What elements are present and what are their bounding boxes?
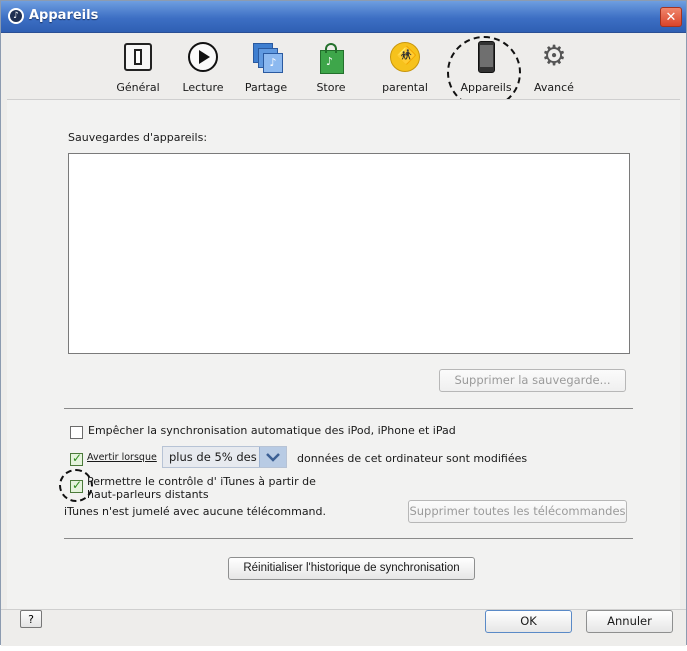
title-bar[interactable]: ♪ Appareils ✕ (1, 1, 686, 33)
tab-store[interactable]: ♪ Store (306, 41, 356, 94)
backups-label: Sauvegardes d'appareils: (68, 131, 208, 144)
close-button[interactable]: ✕ (660, 7, 682, 27)
paired-status-text: iTunes n'est jumelé avec aucune télécomm… (64, 505, 327, 518)
tab-general[interactable]: Général (113, 41, 163, 94)
tab-lecture[interactable]: Lecture (178, 41, 228, 94)
play-icon (186, 41, 220, 75)
shopping-bag-icon: ♪ (314, 41, 348, 75)
divider (64, 408, 633, 409)
warn-checkbox[interactable]: ✓ (70, 451, 83, 466)
divider (64, 538, 633, 539)
reset-sync-history-button[interactable]: Réinitialiser l'historique de synchronis… (228, 557, 475, 580)
prevent-sync-label: Empêcher la synchronisation automatique … (88, 424, 456, 437)
preferences-window: ♪ Appareils ✕ Général Lecture ♪ Partage … (0, 0, 687, 646)
checkmark-icon: ✓ (72, 451, 83, 465)
tab-partage[interactable]: ♪ Partage (241, 41, 291, 94)
switch-icon (121, 41, 155, 75)
gear-icon: ⚙ (541, 39, 567, 72)
preferences-content: Sauvegardes d'appareils: Supprimer la sa… (7, 99, 680, 610)
dialog-footer: ? OK Annuler (1, 609, 686, 646)
chevron-down-icon (259, 447, 286, 467)
parental-icon: 🚸 (388, 41, 422, 75)
share-icon: ♪ (249, 41, 283, 75)
ok-button[interactable]: OK (485, 610, 572, 633)
allow-remote-label-2: haut-parleurs distants (87, 488, 209, 501)
help-button[interactable]: ? (20, 610, 42, 628)
window-title: Appareils (29, 8, 99, 23)
delete-backup-button[interactable]: Supprimer la sauvegarde... (439, 369, 626, 392)
warn-suffix-label: données de cet ordinateur sont modifiées (297, 452, 528, 465)
tab-parental[interactable]: 🚸 parental (377, 41, 433, 94)
warn-threshold-select[interactable]: plus de 5% des (162, 446, 287, 468)
cancel-button[interactable]: Annuler (586, 610, 673, 633)
prevent-sync-checkbox[interactable] (70, 426, 83, 439)
preferences-toolbar: Général Lecture ♪ Partage ♪ Store 🚸 pare… (1, 33, 686, 109)
device-backups-list[interactable] (68, 153, 630, 354)
warn-label: Avertir lorsque (87, 452, 157, 463)
itunes-icon: ♪ (8, 8, 24, 24)
allow-remote-label-1: Permettre le contrôle d' iTunes à partir… (87, 475, 316, 488)
delete-all-remotes-button[interactable]: Supprimer toutes les télécommandes (408, 500, 627, 523)
tab-avance[interactable]: ⚙ Avancé (529, 39, 579, 95)
